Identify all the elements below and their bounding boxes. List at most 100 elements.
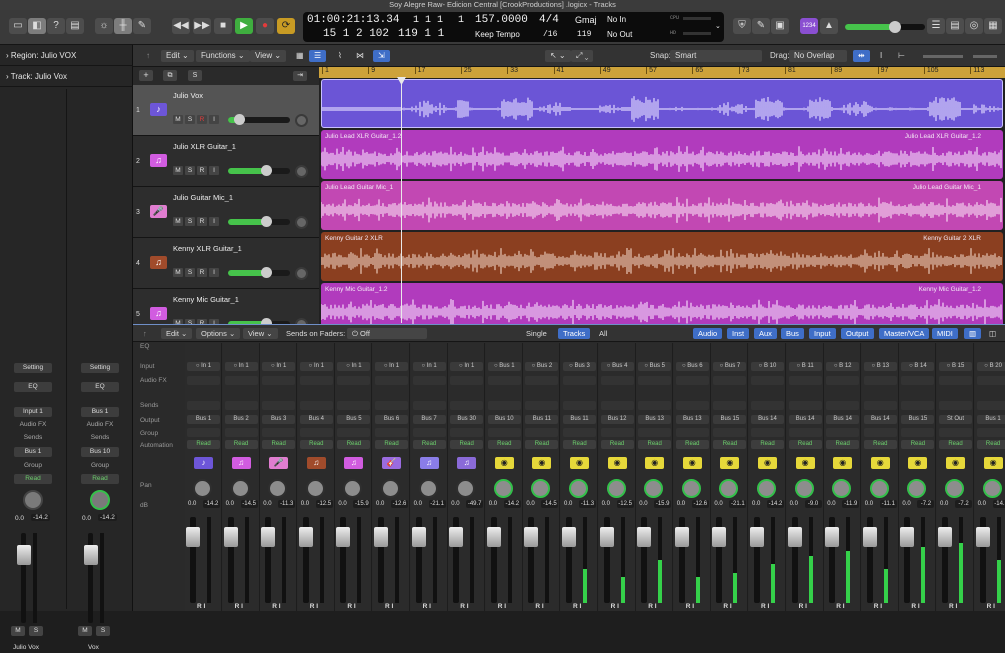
stop-icon[interactable]: ■ — [214, 18, 232, 34]
audio-fx-slot[interactable] — [262, 376, 296, 385]
volume-fader[interactable] — [17, 533, 31, 623]
volume-fader[interactable] — [84, 533, 98, 623]
sends-slot[interactable] — [713, 401, 747, 410]
volume-fader[interactable] — [374, 517, 388, 603]
volume-fader[interactable] — [524, 517, 539, 603]
volume-fader[interactable] — [449, 517, 464, 603]
group-slot[interactable]: Group — [81, 461, 119, 471]
output-slot[interactable]: Bus 1 — [187, 415, 220, 424]
input-slot[interactable]: ○ In 1 — [224, 362, 258, 371]
input-monitor-button[interactable]: I — [209, 268, 219, 277]
help-icon[interactable]: ? — [47, 18, 65, 34]
group-slot[interactable] — [600, 428, 634, 437]
automation-slot[interactable]: Read — [337, 440, 371, 449]
audio-fx-slot[interactable] — [713, 376, 747, 385]
audio-fx-slot[interactable] — [675, 376, 709, 385]
edit-menu[interactable]: Edit ⌄ — [161, 50, 194, 62]
pan-knob[interactable] — [23, 490, 43, 510]
grid-view-icon[interactable]: ▦ — [291, 50, 309, 62]
fader-cap[interactable] — [186, 527, 200, 547]
sends-slot[interactable] — [901, 401, 935, 410]
volume-fader[interactable] — [186, 517, 200, 603]
record-input-buttons[interactable]: R I — [611, 603, 619, 610]
sends-slot[interactable]: Sends — [14, 433, 52, 443]
input-monitor-button[interactable]: I — [209, 217, 219, 226]
pan-knob[interactable] — [418, 479, 438, 498]
region-inspector-row[interactable]: › Region: Julio VOX — [0, 46, 133, 66]
list-icon[interactable]: ☰ — [927, 18, 945, 34]
record-enable-button[interactable]: R — [197, 166, 207, 175]
fader-cap[interactable] — [825, 527, 840, 547]
volume-fader[interactable] — [900, 517, 915, 603]
solo-button[interactable]: S — [185, 217, 195, 226]
list-view-icon[interactable]: ☰ — [309, 50, 327, 62]
vertical-zoom-icon[interactable]: I — [875, 50, 887, 62]
mixer-options-menu[interactable]: Options ⌄ — [196, 328, 241, 339]
note-icon[interactable]: ▣ — [771, 18, 789, 34]
sends-slot[interactable] — [675, 401, 709, 410]
group-slot[interactable] — [675, 428, 709, 437]
fader-cap[interactable] — [674, 527, 689, 547]
pan-knob[interactable] — [832, 479, 852, 498]
group-slot[interactable] — [751, 428, 784, 437]
pan-knob[interactable] — [719, 479, 739, 498]
audio-fx-slot[interactable] — [412, 376, 446, 385]
output-slot[interactable]: Bus 5 — [337, 415, 371, 424]
output-slot[interactable]: Bus 14 — [863, 415, 897, 424]
group-slot[interactable]: Group — [14, 461, 52, 471]
automation-slot[interactable]: Read — [224, 440, 258, 449]
volume-fader[interactable] — [336, 517, 351, 603]
record-input-buttons[interactable]: R I — [272, 603, 280, 610]
pan-knob[interactable] — [982, 479, 1002, 498]
input-slot[interactable]: ○ In 1 — [412, 362, 446, 371]
sends-slot[interactable] — [375, 401, 408, 410]
sends-slot[interactable] — [751, 401, 784, 410]
audio-fx-slot[interactable] — [826, 376, 860, 385]
tracks-tab[interactable]: Tracks — [558, 328, 591, 339]
volume-fader[interactable] — [411, 517, 426, 603]
record-input-buttons[interactable]: R I — [874, 603, 882, 610]
group-slot[interactable] — [713, 428, 747, 437]
pan-knob[interactable] — [606, 479, 626, 498]
sends-slot[interactable] — [187, 401, 220, 410]
audio-region[interactable]: Julio Lead Guitar Mic_1 Julio Lead Guitar… — [321, 181, 1003, 230]
volume-fader[interactable] — [787, 517, 802, 603]
pan-knob[interactable] — [381, 479, 400, 498]
pointer-tool[interactable]: ↖ ⌄ — [545, 50, 571, 62]
mixer-icon[interactable]: ╫ — [114, 18, 132, 34]
audio-fx-slot[interactable] — [450, 376, 484, 385]
fader-cap[interactable] — [599, 527, 614, 547]
fader-cap[interactable] — [975, 527, 990, 547]
audio-fx-slot[interactable] — [187, 376, 220, 385]
automation-slot[interactable]: Read — [751, 440, 784, 449]
sends-slot[interactable] — [563, 401, 596, 410]
automation-slot[interactable]: Read — [487, 440, 521, 449]
mixer-back-icon[interactable]: ↑ — [138, 328, 152, 339]
volume-fader[interactable] — [825, 517, 840, 603]
record-input-buttons[interactable]: R I — [911, 603, 919, 610]
automation-slot[interactable]: Read — [262, 440, 296, 449]
audio-fx-slot[interactable] — [375, 376, 408, 385]
pan-knob[interactable] — [295, 267, 308, 280]
group-slot[interactable] — [224, 428, 258, 437]
view-menu[interactable]: View ⌄ — [250, 50, 287, 62]
functions-menu[interactable]: Functions ⌄ — [196, 50, 250, 62]
fader-cap[interactable] — [84, 545, 98, 565]
group-slot[interactable] — [826, 428, 860, 437]
rewind-icon[interactable]: ◀◀ — [172, 18, 190, 34]
record-input-buttons[interactable]: R I — [836, 603, 844, 610]
automation-slot[interactable]: Read — [863, 440, 897, 449]
group-slot[interactable] — [412, 428, 446, 437]
mute-button[interactable]: M — [11, 626, 25, 636]
group-slot[interactable] — [262, 428, 296, 437]
volume-fader[interactable] — [712, 517, 727, 603]
input-slot[interactable]: Bus 1 — [81, 407, 119, 417]
input-slot[interactable]: ○ Bus 2 — [525, 362, 559, 371]
wide-strips-icon[interactable]: ◫ — [984, 328, 1001, 339]
flex-icon[interactable]: ⋈ — [351, 50, 369, 62]
output-slot[interactable]: Bus 4 — [299, 415, 333, 424]
track-volume-slider[interactable] — [228, 114, 290, 125]
audio-region[interactable]: Julio Lead XLR Guitar_1.2 Julio Lead XLR … — [321, 130, 1003, 179]
track-volume-slider[interactable] — [228, 267, 290, 278]
track-volume-slider[interactable] — [228, 165, 290, 176]
